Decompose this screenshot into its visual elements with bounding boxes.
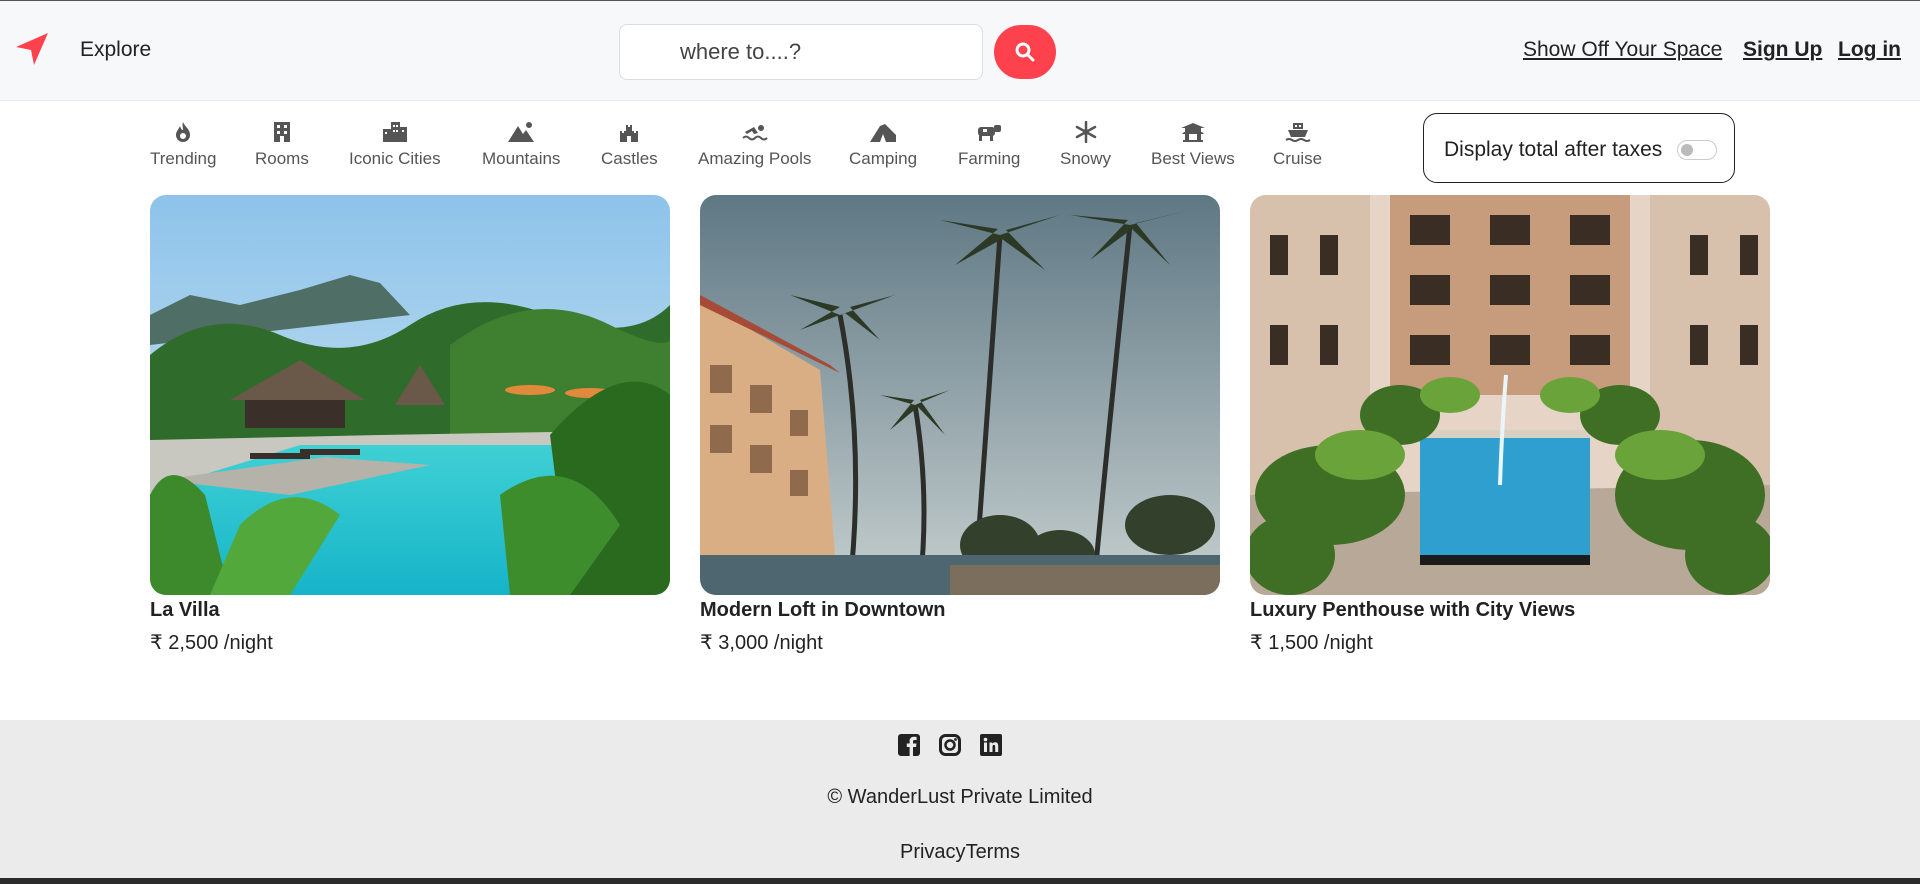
taskbar-edge — [0, 878, 1920, 884]
explore-link[interactable]: Explore — [80, 38, 151, 62]
filter-cruise[interactable]: Cruise — [1273, 121, 1322, 169]
swimmer-icon — [698, 121, 811, 145]
fire-icon — [150, 121, 216, 145]
facebook-icon[interactable] — [898, 734, 922, 758]
search-icon — [1015, 42, 1035, 62]
filter-mountains[interactable]: Mountains — [482, 121, 560, 169]
listing-title: Modern Loft in Downtown — [700, 599, 946, 621]
filter-label: Amazing Pools — [698, 149, 812, 168]
filter-label: Castles — [601, 149, 658, 168]
instagram-icon[interactable] — [939, 734, 963, 758]
search-input[interactable] — [620, 25, 982, 79]
city-icon — [349, 121, 441, 145]
terms-link[interactable]: Terms — [966, 841, 1020, 863]
listing-card[interactable]: Luxury Penthouse with City Views ₹ 1,500… — [1250, 195, 1770, 655]
filter-label: Snowy — [1060, 149, 1112, 168]
signup-link[interactable]: Sign Up — [1743, 38, 1822, 62]
search-box — [619, 24, 983, 80]
compass-arrow-icon[interactable] — [14, 31, 50, 67]
ship-icon — [1273, 121, 1322, 145]
listing-price: ₹ 2,500 /night — [150, 632, 273, 654]
legal-links: PrivacyTerms — [0, 841, 1920, 864]
privacy-link[interactable]: Privacy — [900, 841, 966, 863]
listing-image[interactable] — [1250, 195, 1770, 595]
host-link[interactable]: Show Off Your Space — [1523, 38, 1722, 62]
filter-label: Rooms — [255, 149, 309, 168]
filter-label: Best Views — [1151, 149, 1235, 168]
listing-card[interactable]: Modern Loft in Downtown ₹ 3,000 /night — [700, 195, 1220, 655]
listing-price: ₹ 3,000 /night — [700, 632, 823, 654]
filter-label: Farming — [958, 149, 1021, 168]
filter-label: Iconic Cities — [349, 149, 441, 168]
filter-label: Camping — [849, 149, 918, 168]
filter-rooms[interactable]: Rooms — [255, 121, 309, 169]
pagoda-icon — [1151, 121, 1235, 145]
mountain-icon — [482, 121, 560, 145]
listing-title: La Villa — [150, 599, 220, 621]
listing-image[interactable] — [700, 195, 1220, 595]
building-icon — [255, 121, 309, 145]
tax-toggle-switch[interactable] — [1677, 140, 1717, 160]
navbar: Explore Show Off Your Space Sign Up Log … — [0, 1, 1920, 101]
search-button[interactable] — [994, 25, 1056, 79]
cow-icon — [958, 121, 1020, 145]
filter-castles[interactable]: Castles — [601, 121, 658, 169]
copyright-text: © WanderLust Private Limited — [827, 786, 1093, 808]
listing-title: Luxury Penthouse with City Views — [1250, 599, 1576, 621]
filter-label: Cruise — [1273, 149, 1323, 168]
tax-toggle-box: Display total after taxes — [1423, 113, 1735, 183]
filter-best-views[interactable]: Best Views — [1151, 121, 1235, 169]
login-link[interactable]: Log in — [1838, 38, 1901, 62]
footer: © WanderLust Private Limited PrivacyTerm… — [0, 720, 1920, 884]
filter-camping[interactable]: Camping — [849, 121, 917, 169]
filter-amazing-pools[interactable]: Amazing Pools — [698, 121, 811, 169]
tent-icon — [849, 121, 917, 145]
listing-price: ₹ 1,500 /night — [1250, 632, 1373, 654]
castle-icon — [601, 121, 658, 145]
snowflake-icon — [1060, 121, 1111, 145]
filter-farming[interactable]: Farming — [958, 121, 1020, 169]
tax-toggle-label: Display total after taxes — [1444, 138, 1663, 161]
switch-knob — [1681, 144, 1693, 156]
filter-snowy[interactable]: Snowy — [1060, 121, 1111, 169]
linkedin-icon[interactable] — [980, 734, 1004, 758]
listing-image[interactable] — [150, 195, 670, 595]
filter-label: Mountains — [482, 149, 561, 168]
filter-trending[interactable]: Trending — [150, 121, 216, 169]
filter-iconic-cities[interactable]: Iconic Cities — [349, 121, 441, 169]
listing-card[interactable]: La Villa ₹ 2,500 /night — [150, 195, 670, 655]
filter-label: Trending — [150, 149, 217, 168]
